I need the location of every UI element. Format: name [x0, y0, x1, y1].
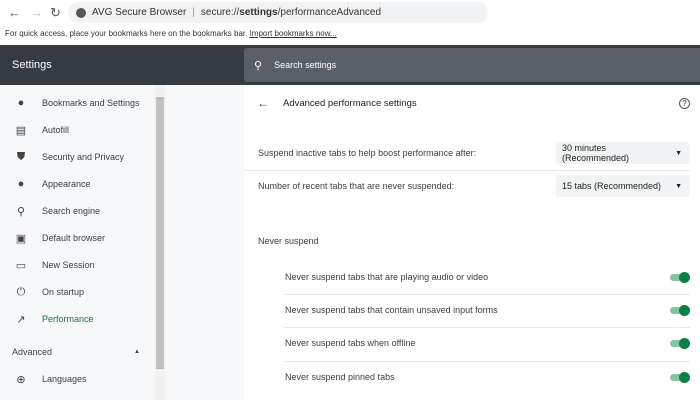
- back-icon[interactable]: ←: [8, 5, 21, 20]
- bookmarks-hint: For quick access, place your bookmarks h…: [5, 29, 248, 38]
- reload-icon[interactable]: ↻: [50, 5, 61, 21]
- back-arrow-icon[interactable]: ←: [257, 96, 283, 110]
- trending-icon: ↗: [16, 313, 26, 326]
- sidebar-item-autofill[interactable]: ▤ Autofill: [0, 118, 155, 142]
- power-icon: ⏻: [16, 285, 26, 298]
- url: secure://settings/performanceAdvanced: [200, 7, 382, 18]
- sidebar-item-languages[interactable]: ⊕ Languages: [0, 367, 155, 391]
- search-placeholder: Search settings: [274, 60, 337, 70]
- toggle-switch[interactable]: [670, 305, 690, 316]
- sidebar-advanced-toggle[interactable]: Advanced ▲: [0, 340, 155, 364]
- suspend-after-row: Suspend inactive tabs to help boost perf…: [244, 141, 700, 165]
- forward-icon[interactable]: →: [30, 5, 43, 20]
- globe-icon: ⊕: [16, 373, 26, 386]
- toggle-label: Never suspend tabs that contain unsaved …: [285, 305, 498, 315]
- browser-name: AVG Secure Browser: [92, 7, 187, 18]
- palette-icon: ●: [17, 178, 25, 190]
- avg-shield-icon: [76, 7, 86, 18]
- dropdown-arrow-icon: ▼: [675, 149, 682, 157]
- section-title: Advanced performance settings: [283, 97, 417, 109]
- scrollbar-thumb[interactable]: [156, 97, 164, 369]
- sidebar-item-appearance[interactable]: ● Appearance: [0, 172, 155, 196]
- toggle-switch[interactable]: [670, 272, 690, 283]
- toggle-label: Never suspend pinned tabs: [285, 372, 395, 382]
- never-suspend-heading: Never suspend: [258, 236, 319, 246]
- toggle-label: Never suspend tabs that are playing audi…: [285, 272, 489, 282]
- toggle-row: Never suspend pinned tabs: [244, 369, 700, 385]
- toggle-row: Never suspend tabs when offline: [244, 335, 700, 351]
- window-icon: ▭: [15, 259, 27, 272]
- address-bar[interactable]: AVG Secure Browser | secure://settings/p…: [68, 2, 488, 23]
- toggle-switch[interactable]: [670, 338, 690, 349]
- recent-tabs-label: Number of recent tabs that are never sus…: [258, 181, 455, 191]
- person-icon: ●: [17, 97, 25, 109]
- page-title: Settings: [12, 59, 52, 71]
- suspend-after-select[interactable]: 30 minutes (Recommended) ▼: [556, 142, 690, 164]
- recent-tabs-select[interactable]: 15 tabs (Recommended) ▼: [556, 175, 690, 197]
- sidebar-item-bookmarks[interactable]: ● Bookmarks and Settings: [0, 91, 155, 115]
- sidebar-item-search-engine[interactable]: ⚲ Search engine: [0, 199, 155, 223]
- toggle-switch[interactable]: [670, 372, 690, 383]
- sidebar-item-performance[interactable]: ↗ Performance: [0, 307, 155, 331]
- toggle-row: Never suspend tabs that contain unsaved …: [244, 302, 700, 318]
- settings-header: Settings ⚲ Search settings: [0, 45, 700, 85]
- browser-toolbar: ← → ↻ AVG Secure Browser | secure://sett…: [0, 0, 700, 25]
- browser-icon: ▣: [15, 232, 27, 245]
- search-icon: ⚲: [16, 205, 26, 218]
- select-value: 30 minutes (Recommended): [562, 143, 630, 163]
- sidebar-item-security[interactable]: ⛊ Security and Privacy: [0, 145, 155, 169]
- caret-up-icon: ▲: [134, 349, 140, 355]
- settings-card: ← Advanced performance settings ? Suspen…: [244, 85, 700, 400]
- sidebar: ● Bookmarks and Settings ▤ Autofill ⛊ Secur…: [0, 85, 155, 400]
- sidebar-item-on-startup[interactable]: ⏻ On startup: [0, 280, 155, 304]
- toggle-row: Never suspend tabs that are playing audi…: [244, 269, 700, 285]
- shield-icon: ⛊: [16, 150, 26, 163]
- suspend-after-label: Suspend inactive tabs to help boost perf…: [258, 148, 477, 158]
- import-bookmarks-link[interactable]: Import bookmarks now...: [250, 29, 337, 38]
- bookmarks-bar: For quick access, place your bookmarks h…: [0, 25, 700, 45]
- dropdown-arrow-icon: ▼: [675, 182, 682, 190]
- help-icon[interactable]: ?: [679, 97, 690, 109]
- select-value: 15 tabs (Recommended): [562, 181, 662, 191]
- recent-tabs-row: Number of recent tabs that are never sus…: [244, 174, 700, 198]
- search-input[interactable]: ⚲ Search settings: [244, 48, 700, 82]
- toggle-label: Never suspend tabs when offline: [285, 338, 416, 348]
- clipboard-icon: ▤: [15, 124, 27, 137]
- sidebar-item-new-session[interactable]: ▭ New Session: [0, 253, 155, 277]
- search-icon: ⚲: [254, 59, 263, 72]
- sidebar-item-default-browser[interactable]: ▣ Default browser: [0, 226, 155, 250]
